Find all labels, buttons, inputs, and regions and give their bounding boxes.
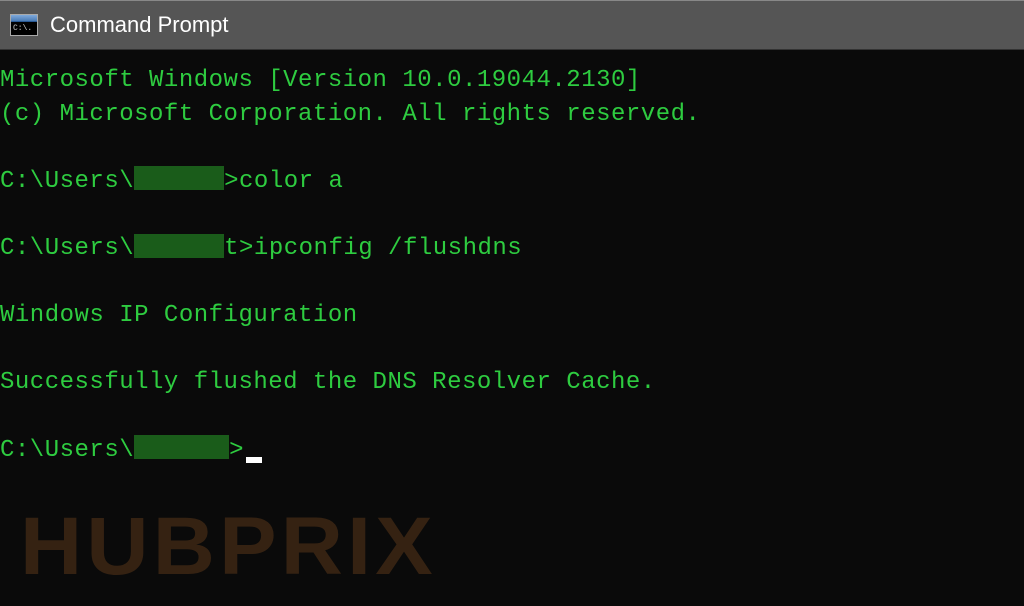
terminal-output-success: Successfully flushed the DNS Resolver Ca… [0,366,1024,400]
terminal-line-version: Microsoft Windows [Version 10.0.19044.21… [0,64,1024,98]
terminal-blank [0,198,1024,232]
window-title: Command Prompt [50,12,229,38]
terminal-blank [0,400,1024,434]
redacted-username [134,435,229,459]
terminal-blank [0,266,1024,300]
terminal-prompt-1: C:\Users\>color a [0,165,1024,199]
watermark-text: HUBPRIX [20,506,437,588]
redacted-username [134,166,224,190]
cmd-icon-text: C:\. [13,25,32,33]
terminal-blank [0,333,1024,367]
terminal-prompt-2: C:\Users\t>ipconfig /flushdns [0,232,1024,266]
cmd-icon: C:\. [10,14,38,36]
terminal-body[interactable]: Microsoft Windows [Version 10.0.19044.21… [0,50,1024,606]
terminal-blank [0,131,1024,165]
redacted-username [134,234,224,258]
terminal-prompt-current: C:\Users\> [0,434,1024,468]
window-titlebar[interactable]: C:\. Command Prompt [0,0,1024,50]
cursor-icon [246,457,262,463]
terminal-line-copyright: (c) Microsoft Corporation. All rights re… [0,98,1024,132]
terminal-output-header: Windows IP Configuration [0,299,1024,333]
